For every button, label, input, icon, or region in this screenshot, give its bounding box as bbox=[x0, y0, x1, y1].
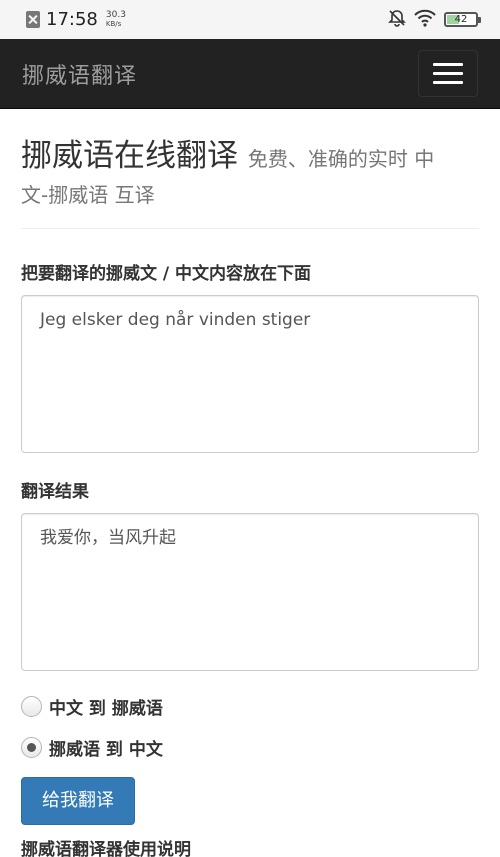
translation-result-output[interactable]: 我爱你，当风升起 bbox=[21, 513, 479, 671]
page-title-text: 挪威语在线翻译 bbox=[21, 138, 238, 174]
menu-bar-middle bbox=[433, 72, 463, 75]
net-speed: 30.3 KB/s bbox=[105, 9, 126, 29]
result-label: 翻译结果 bbox=[21, 482, 89, 502]
hamburger-menu-icon[interactable] bbox=[418, 50, 478, 97]
radio-option-no-to-zh[interactable]: 挪威语 到 中文 bbox=[21, 734, 479, 760]
radio-label-no-to-zh[interactable]: 挪威语 到 中文 bbox=[49, 735, 163, 760]
menu-bar-bottom bbox=[433, 81, 463, 84]
input-label: 把要翻译的挪威文 / 中文内容放在下面 bbox=[21, 264, 312, 284]
status-left: 17:58 30.3 KB/s bbox=[26, 9, 126, 30]
net-speed-unit: KB/s bbox=[105, 19, 122, 28]
instructions-title: 挪威语翻译器使用说明 bbox=[21, 840, 191, 857]
status-right: 42 bbox=[388, 9, 481, 31]
translate-button[interactable]: 给我翻译 bbox=[21, 777, 135, 825]
clock: 17:58 bbox=[46, 9, 98, 30]
page-subtitle-part1: 免费、准确的实时 中 bbox=[247, 147, 435, 171]
page-subtitle-part2: 文-挪威语 互译 bbox=[21, 183, 155, 207]
page-title: 挪威语在线翻译 免费、准确的实时 中 bbox=[21, 135, 479, 180]
sim-icon bbox=[26, 11, 40, 28]
source-text-input[interactable]: Jeg elsker deg når vinden stiger bbox=[21, 295, 479, 453]
wifi-icon bbox=[414, 9, 436, 31]
battery-icon: 42 bbox=[444, 12, 481, 27]
radio-option-zh-to-no[interactable]: 中文 到 挪威语 bbox=[21, 693, 479, 719]
mute-icon bbox=[388, 9, 406, 31]
battery-level: 42 bbox=[454, 14, 468, 25]
radio-label-zh-to-no[interactable]: 中文 到 挪威语 bbox=[49, 694, 163, 719]
net-speed-value: 30.3 bbox=[105, 9, 126, 20]
menu-bar-top bbox=[433, 63, 463, 66]
page-header: 挪威语在线翻译 免费、准确的实时 中 文-挪威语 互译 bbox=[21, 109, 479, 229]
status-bar: 17:58 30.3 KB/s 42 bbox=[0, 0, 500, 39]
radio-button-no-to-zh[interactable] bbox=[21, 736, 42, 758]
main-content: 挪威语在线翻译 免费、准确的实时 中 文-挪威语 互译 把要翻译的挪威文 / 中… bbox=[21, 109, 479, 857]
navbar-brand[interactable]: 挪威语翻译 bbox=[22, 58, 137, 90]
navbar: 挪威语翻译 bbox=[0, 39, 500, 109]
radio-button-zh-to-no[interactable] bbox=[21, 695, 42, 717]
